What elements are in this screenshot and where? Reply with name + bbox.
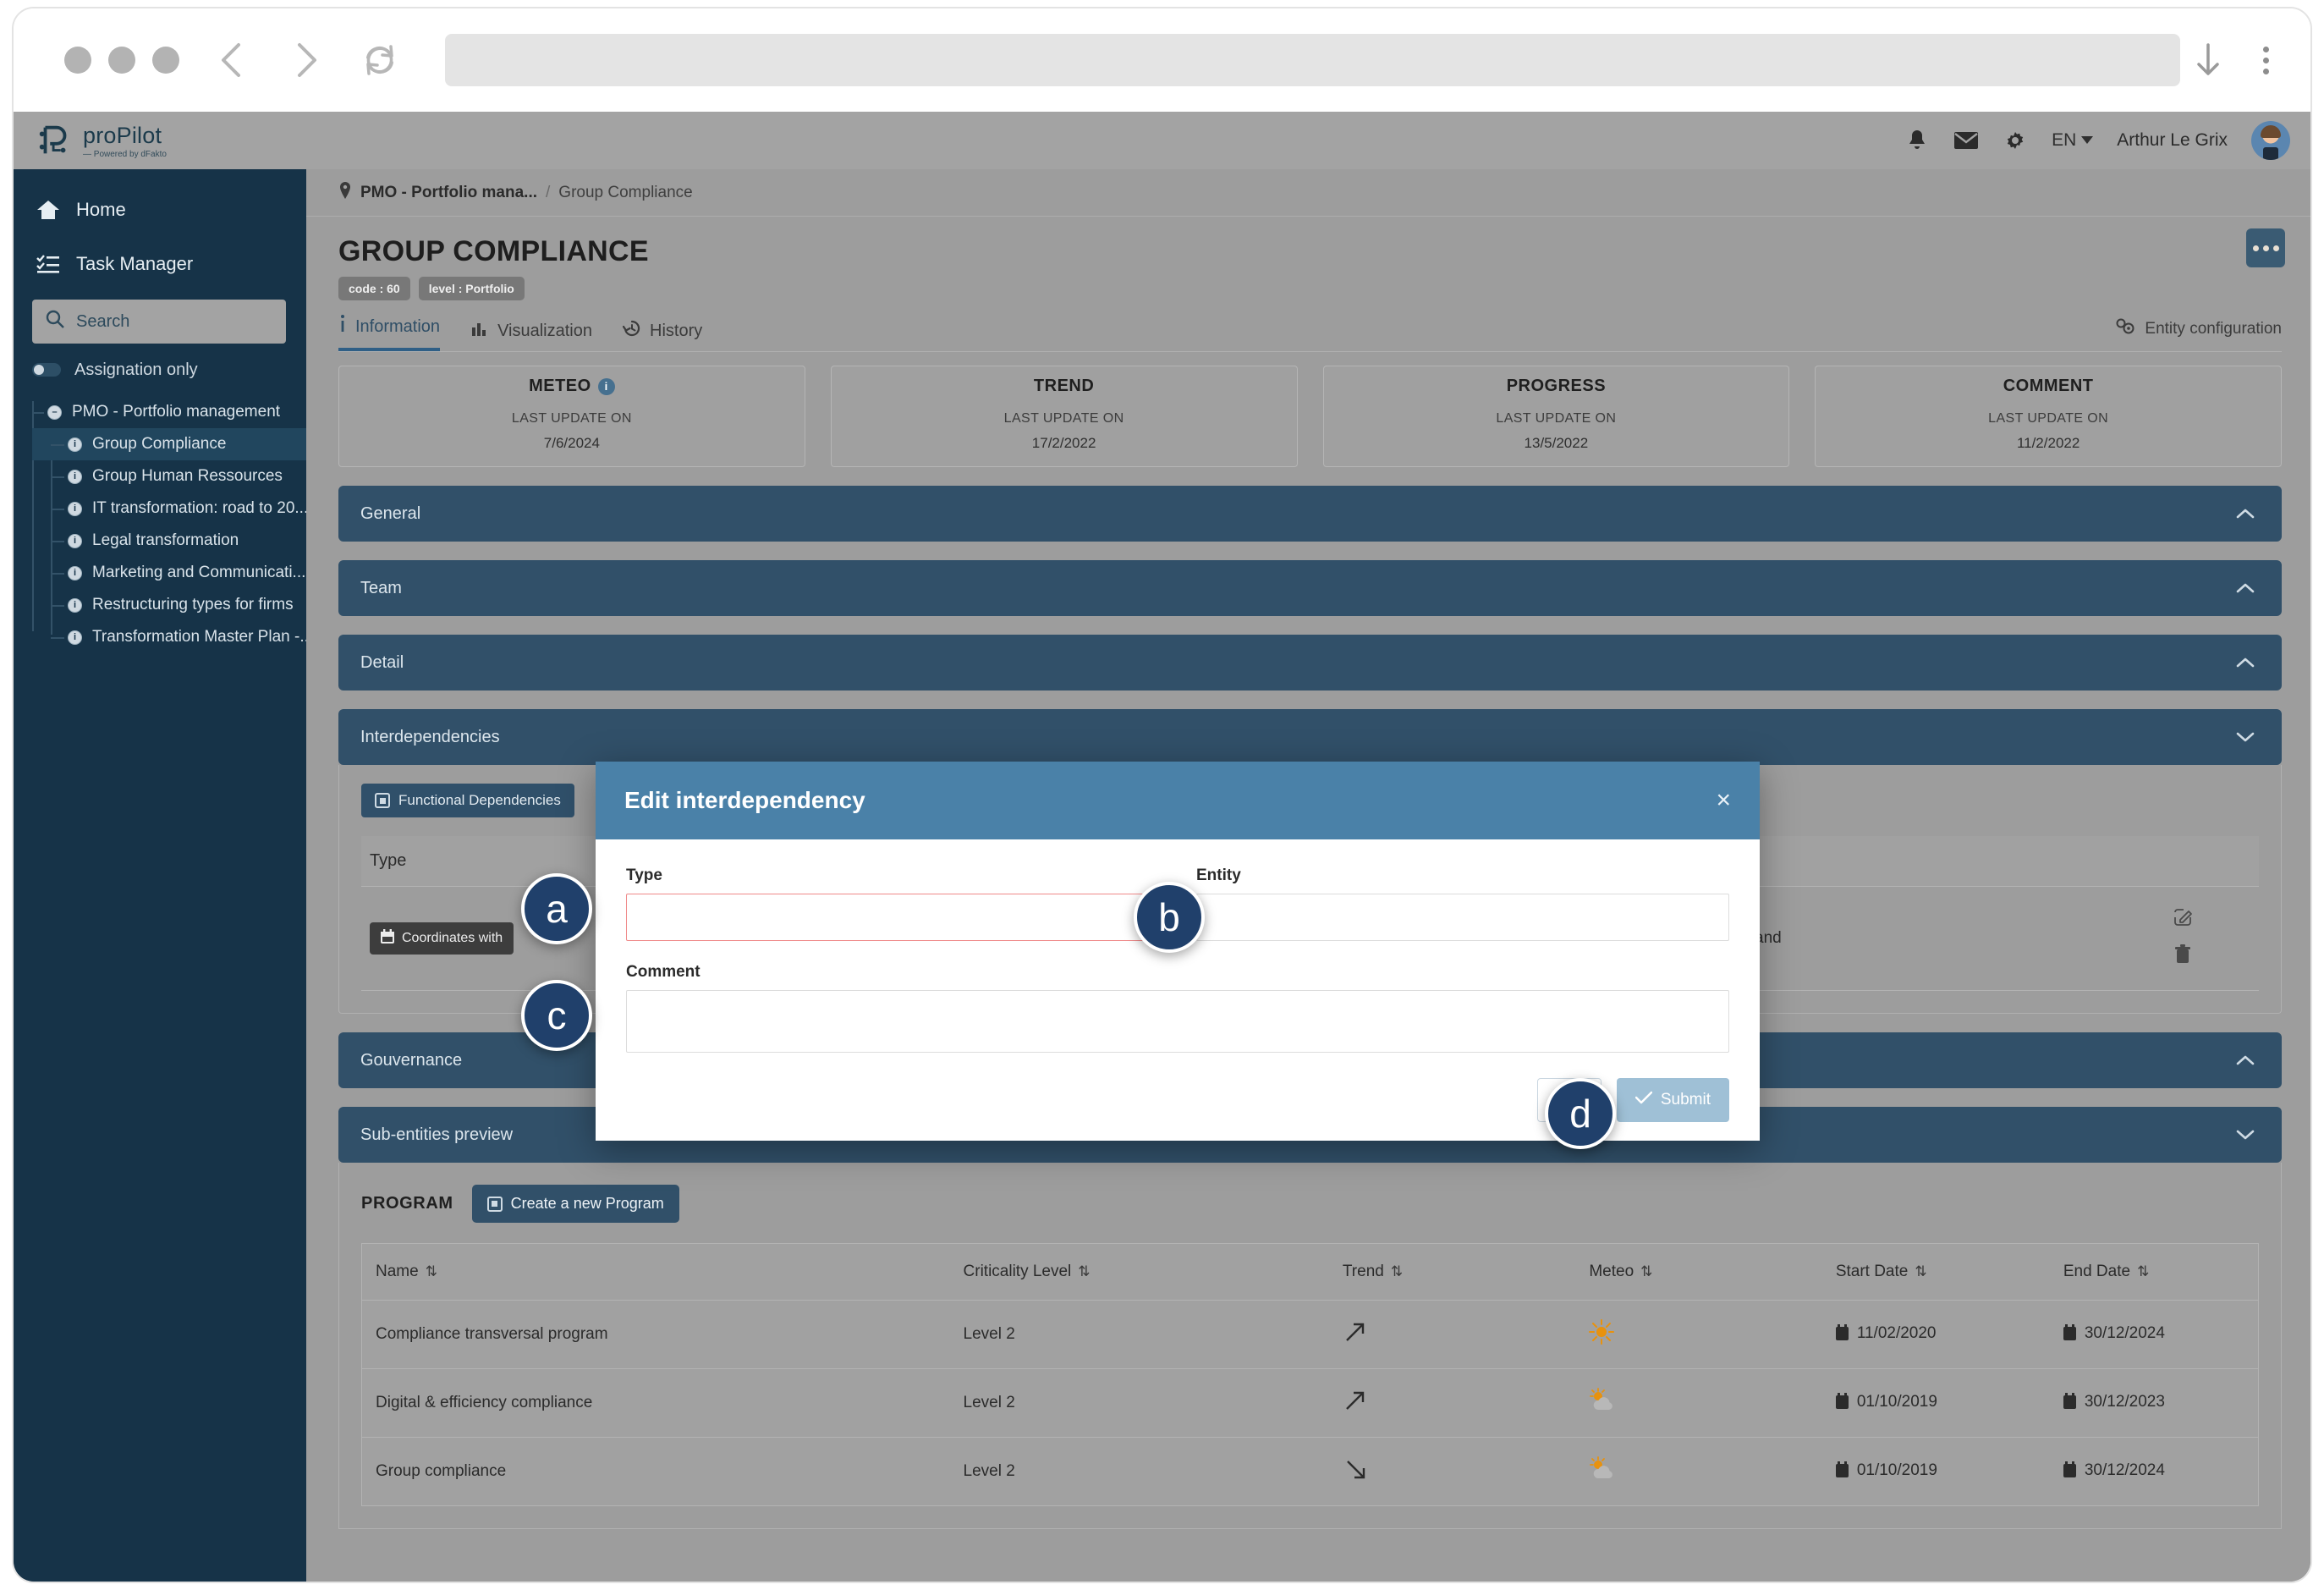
type-input[interactable] (626, 894, 1159, 941)
dialog-title: Edit interdependency (624, 787, 865, 814)
callout-marker-a: a (521, 873, 592, 944)
address-bar[interactable] (445, 34, 2180, 86)
download-icon[interactable] (2180, 41, 2236, 80)
callout-letter: c (547, 993, 567, 1038)
browser-window: proPilot — Powered by dFakto EN (12, 7, 2312, 1583)
comment-label: Comment (626, 963, 1729, 982)
maximize-window-dot[interactable] (152, 47, 179, 74)
comment-field-group: Comment (626, 963, 1729, 1053)
entity-field-group: Entity (1196, 867, 1729, 941)
callout-marker-c: c (521, 980, 592, 1051)
back-button[interactable] (208, 37, 254, 83)
browser-menu-icon[interactable] (2236, 47, 2295, 74)
browser-toolbar (14, 8, 2310, 112)
entity-input[interactable] (1196, 894, 1729, 941)
close-icon[interactable]: × (1716, 788, 1731, 813)
submit-label: Submit (1661, 1091, 1711, 1109)
callout-marker-b: b (1134, 882, 1205, 953)
application-root: proPilot — Powered by dFakto EN (14, 112, 2312, 1583)
comment-textarea[interactable] (626, 990, 1729, 1053)
callout-letter: d (1569, 1091, 1591, 1136)
callout-marker-d: d (1545, 1078, 1616, 1149)
forward-button[interactable] (283, 37, 328, 83)
callout-letter: b (1158, 894, 1180, 940)
submit-button[interactable]: Submit (1617, 1078, 1729, 1122)
check-icon (1635, 1091, 1652, 1109)
type-label: Type (626, 867, 1159, 885)
window-controls[interactable] (64, 47, 179, 74)
modal-overlay: Edit interdependency × Type Entity (14, 112, 2312, 1583)
type-field-group: Type (626, 867, 1159, 941)
close-window-dot[interactable] (64, 47, 91, 74)
reload-button[interactable] (357, 37, 403, 83)
dialog-header: Edit interdependency × (596, 762, 1760, 839)
entity-label: Entity (1196, 867, 1729, 885)
callout-letter: a (546, 886, 568, 932)
minimize-window-dot[interactable] (108, 47, 135, 74)
